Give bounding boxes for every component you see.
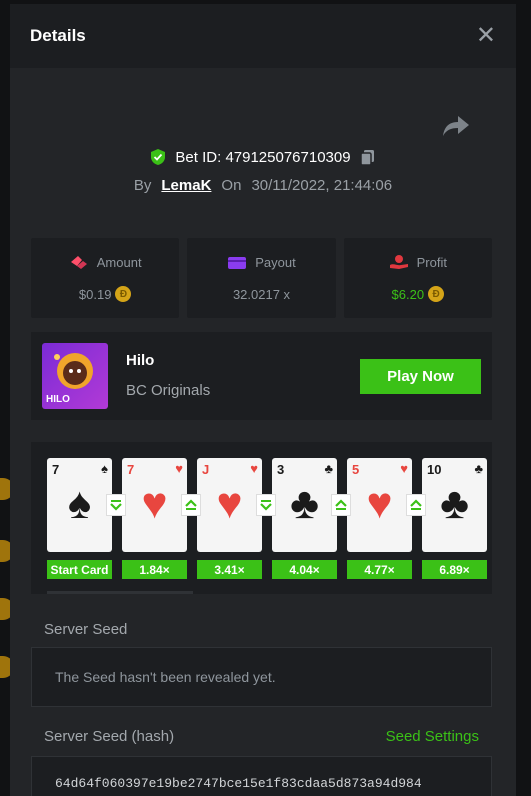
doge-coin-icon: Ð xyxy=(428,286,445,302)
card-history[interactable]: 7 ♠ ♠ Start Card 7 ♥ ♥ 1.84× J ♥ ♥ 3.41× 3 ♣ ♣ 4.04× 5 ♥ ♥… xyxy=(31,442,492,594)
by-label: By xyxy=(133,177,152,194)
stat-value: $6.20 xyxy=(391,286,425,302)
close-icon[interactable]: ✕ xyxy=(476,24,496,48)
higher-arrow-icon xyxy=(181,494,201,516)
game-name[interactable]: Hilo xyxy=(126,352,154,369)
server-seed-value: The Seed hasn't been revealed yet. xyxy=(55,669,276,685)
card-center-suit-icon: ♠ xyxy=(67,479,92,528)
card-suit-icon: ♣ xyxy=(324,461,333,476)
higher-arrow-icon xyxy=(331,494,351,516)
profit-icon xyxy=(389,255,408,269)
stat-label: Amount xyxy=(96,254,142,270)
card-center-suit-icon: ♣ xyxy=(290,479,319,528)
card-rank: 5 xyxy=(352,462,360,477)
hilo-thumbnail[interactable]: HILO xyxy=(42,343,108,409)
card-suit-icon: ♥ xyxy=(175,461,183,476)
card-scrollbar[interactable] xyxy=(47,591,193,594)
modal-header: Details ✕ xyxy=(10,4,516,68)
stat-label: Profit xyxy=(416,254,447,270)
card-rank: 10 xyxy=(427,462,442,477)
higher-arrow-icon xyxy=(406,494,426,516)
card-suit-icon: ♠ xyxy=(101,461,108,476)
server-seed-hash-field[interactable]: 64d64f060397e19be2747bce15e1f83cdaa5d873… xyxy=(31,756,492,796)
card-rank: J xyxy=(202,462,210,477)
card-multiplier: 4.04× xyxy=(272,560,337,579)
bet-meta-line: By LemaK On 30/11/2022, 21:44:06 xyxy=(10,177,516,194)
card-suit-icon: ♣ xyxy=(474,461,483,476)
amount-icon xyxy=(70,256,87,269)
bet-id: Bet ID: 479125076710309 xyxy=(175,148,351,166)
playing-card: 7 ♥ ♥ xyxy=(122,458,187,552)
share-icon[interactable] xyxy=(442,114,470,138)
stat-label: Payout xyxy=(255,255,296,270)
server-seed-hash-label: Server Seed (hash) xyxy=(44,728,175,745)
card-multiplier: 4.77× xyxy=(347,560,412,579)
card-suit-icon: ♥ xyxy=(250,461,258,476)
server-seed-label: Server Seed xyxy=(44,621,128,638)
payout-icon xyxy=(228,256,247,269)
seed-settings-link[interactable]: Seed Settings xyxy=(386,728,479,745)
card-rank: 7 xyxy=(127,462,135,477)
playing-card: 5 ♥ ♥ xyxy=(347,458,412,552)
game-panel: HILO Hilo BC Originals Play Now xyxy=(31,332,492,420)
copy-icon[interactable] xyxy=(359,148,377,166)
card-multiplier: 1.84× xyxy=(122,560,187,579)
stat-payout: Payout 32.0217 x xyxy=(187,238,336,318)
stat-amount: Amount $0.19 Ð xyxy=(31,238,180,318)
card-center-suit-icon: ♥ xyxy=(141,479,168,528)
stat-profit: Profit $6.20 Ð xyxy=(343,238,492,318)
card-center-suit-icon: ♣ xyxy=(440,479,469,528)
playing-card: 10 ♣ ♣ xyxy=(422,458,487,552)
doge-coin-icon: Ð xyxy=(115,286,132,302)
bet-datetime: 30/11/2022, 21:44:06 xyxy=(251,177,393,194)
play-now-button[interactable]: Play Now xyxy=(360,359,481,394)
card-rank: 3 xyxy=(277,462,285,477)
bet-stats: Amount $0.19 Ð Payout 32.0217 x Profit $… xyxy=(31,238,492,318)
playing-card: 3 ♣ ♣ xyxy=(272,458,337,552)
card-center-suit-icon: ♥ xyxy=(366,479,393,528)
stat-value: 32.0217 x xyxy=(232,286,291,302)
username-link[interactable]: LemaK xyxy=(161,177,211,194)
bet-id-line: Bet ID: 479125076710309 xyxy=(10,148,516,166)
server-seed-field: The Seed hasn't been revealed yet. xyxy=(31,647,492,707)
bet-details-modal: Details ✕ Bet ID: 479125076710309 By Lem… xyxy=(10,4,516,796)
playing-card: 7 ♠ ♠ xyxy=(47,458,112,552)
lower-arrow-icon xyxy=(106,494,126,516)
game-provider: BC Originals xyxy=(126,382,211,399)
stat-value: $0.19 xyxy=(78,286,112,302)
card-suit-icon: ♥ xyxy=(400,461,408,476)
on-label: On xyxy=(221,177,242,194)
lower-arrow-icon xyxy=(256,494,276,516)
playing-card: J ♥ ♥ xyxy=(197,458,262,552)
card-multiplier: 3.41× xyxy=(197,560,262,579)
verified-shield-icon xyxy=(151,149,166,165)
modal-title: Details xyxy=(30,26,86,45)
card-multiplier: 6.89× xyxy=(422,560,487,579)
thumb-badge: HILO xyxy=(46,394,70,405)
card-rank: 7 xyxy=(52,462,60,477)
card-multiplier: Start Card xyxy=(47,560,112,579)
card-center-suit-icon: ♥ xyxy=(216,479,243,528)
